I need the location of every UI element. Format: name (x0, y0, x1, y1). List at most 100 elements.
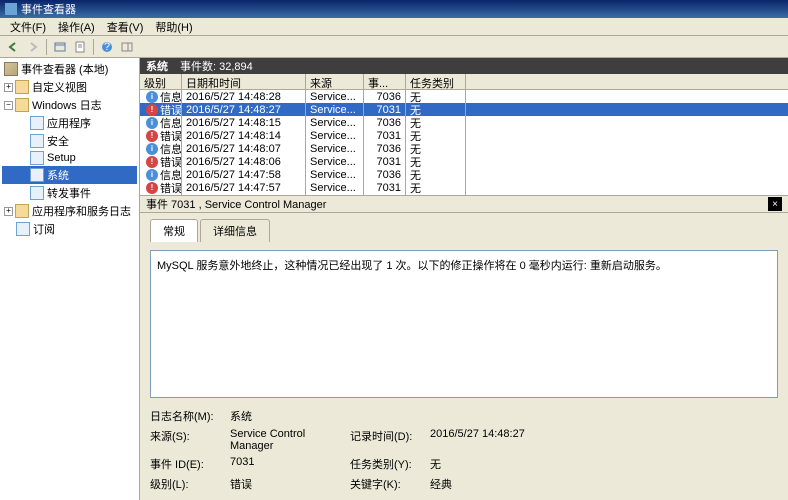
cell-event-id: 7031 (364, 155, 406, 169)
window-title: 事件查看器 (21, 1, 76, 17)
label-eventid: 事件 ID(E): (150, 456, 230, 472)
cell-datetime: 2016/5/27 14:48:06 (182, 155, 306, 169)
toolbar: ? (0, 36, 788, 58)
cell-datetime: 2016/5/27 14:47:57 (182, 181, 306, 195)
cell-source: Service... (306, 90, 364, 104)
menu-file[interactable]: 文件(F) (4, 18, 52, 36)
tree-app-service-logs[interactable]: + 应用程序和服务日志 (2, 202, 137, 220)
action-pane-button[interactable] (118, 38, 136, 56)
tree-subscriptions[interactable]: 订阅 (2, 220, 137, 238)
menu-view[interactable]: 查看(V) (101, 18, 150, 36)
event-grid[interactable]: 信息2016/5/27 14:48:28Service...7036无错误201… (140, 90, 788, 195)
subscription-icon (16, 222, 30, 236)
svg-text:?: ? (104, 41, 110, 53)
col-level[interactable]: 级别 (140, 74, 182, 89)
tree-label: Setup (47, 152, 76, 164)
value-logname: 系统 (230, 408, 350, 424)
folder-icon (15, 98, 29, 112)
expand-icon[interactable]: + (4, 83, 13, 92)
cell-source: Service... (306, 181, 364, 195)
tree-windows-logs[interactable]: − Windows 日志 (2, 96, 137, 114)
tree-log-forwarded[interactable]: 转发事件 (2, 184, 137, 202)
value-keywords: 经典 (430, 476, 550, 492)
tab-details[interactable]: 详细信息 (200, 219, 270, 242)
log-icon (30, 168, 44, 182)
tree-label: Windows 日志 (32, 97, 102, 113)
cell-source: Service... (306, 103, 364, 117)
app-icon (5, 3, 17, 15)
tree-root-label: 事件查看器 (本地) (21, 61, 108, 77)
label-logged: 记录时间(D): (350, 428, 430, 452)
log-icon (30, 134, 44, 148)
label-taskcat: 任务类别(Y): (350, 456, 430, 472)
detail-body: MySQL 服务意外地终止，这种情况已经出现了 1 次。以下的修正操作将在 0 … (140, 242, 788, 500)
cell-source: Service... (306, 129, 364, 143)
cell-event-id: 7031 (364, 103, 406, 117)
expand-icon[interactable]: + (4, 207, 13, 216)
tree-label: 系统 (47, 167, 69, 183)
log-icon (30, 186, 44, 200)
menu-help[interactable]: 帮助(H) (149, 18, 198, 36)
back-button[interactable] (4, 38, 22, 56)
detail-title: 事件 7031 , Service Control Manager (146, 196, 326, 212)
tree-label: 安全 (47, 133, 69, 149)
toolbar-separator (46, 39, 47, 55)
show-hide-tree-button[interactable] (51, 38, 69, 56)
tab-general[interactable]: 常规 (150, 219, 198, 242)
cell-event-id: 7036 (364, 168, 406, 182)
label-logname: 日志名称(M): (150, 408, 230, 424)
label-source: 来源(S): (150, 428, 230, 452)
titlebar: 事件查看器 (0, 0, 788, 18)
tree-log-application[interactable]: 应用程序 (2, 114, 137, 132)
content-header: 系统 事件数: 32,894 (140, 58, 788, 74)
value-level: 错误 (230, 476, 350, 492)
event-viewer-icon (4, 62, 18, 76)
close-detail-button[interactable]: × (768, 197, 782, 211)
cell-event-id: 7036 (364, 90, 406, 104)
cell-datetime: 2016/5/27 14:48:27 (182, 103, 306, 117)
event-properties: 日志名称(M): 系统 来源(S): Service Control Manag… (150, 408, 778, 492)
col-source[interactable]: 来源 (306, 74, 364, 89)
tree-label: 订阅 (33, 221, 55, 237)
tree-label: 应用程序 (47, 115, 91, 131)
cell-source: Service... (306, 155, 364, 169)
label-keywords: 关键字(K): (350, 476, 430, 492)
log-icon (30, 116, 44, 130)
help-button[interactable]: ? (98, 38, 116, 56)
cell-datetime: 2016/5/27 14:48:07 (182, 142, 306, 156)
tree-log-system[interactable]: 系统 (2, 166, 137, 184)
tree-custom-views[interactable]: +自定义视图 (2, 78, 137, 96)
log-icon (30, 151, 44, 165)
collapse-icon[interactable]: − (4, 101, 13, 110)
folder-icon (15, 204, 29, 218)
properties-button[interactable] (71, 38, 89, 56)
menu-action[interactable]: 操作(A) (52, 18, 101, 36)
cell-source: Service... (306, 168, 364, 182)
cell-source: Service... (306, 116, 364, 130)
cell-event-id: 7036 (364, 116, 406, 130)
nav-tree[interactable]: 事件查看器 (本地) +自定义视图 − Windows 日志 应用程序 安全 Se… (0, 58, 140, 500)
toolbar-separator (93, 39, 94, 55)
tree-log-security[interactable]: 安全 (2, 132, 137, 150)
cell-datetime: 2016/5/27 14:48:28 (182, 90, 306, 104)
label-level: 级别(L): (150, 476, 230, 492)
col-task[interactable]: 任务类别 (406, 74, 466, 89)
cell-datetime: 2016/5/27 14:48:15 (182, 116, 306, 130)
cell-datetime: 2016/5/27 14:47:58 (182, 168, 306, 182)
tree-label: 应用程序和服务日志 (32, 203, 131, 219)
tree-log-setup[interactable]: Setup (2, 150, 137, 166)
folder-icon (15, 80, 29, 94)
tree-root[interactable]: 事件查看器 (本地) (2, 60, 137, 78)
col-event-id[interactable]: 事... (364, 74, 406, 89)
detail-tabs: 常规 详细信息 (140, 213, 788, 242)
value-taskcat: 无 (430, 456, 550, 472)
content-title: 系统 (146, 58, 168, 74)
forward-button[interactable] (24, 38, 42, 56)
event-message[interactable]: MySQL 服务意外地终止，这种情况已经出现了 1 次。以下的修正操作将在 0 … (150, 250, 778, 398)
cell-event-id: 7031 (364, 129, 406, 143)
col-datetime[interactable]: 日期和时间 (182, 74, 306, 89)
value-source: Service Control Manager (230, 428, 350, 452)
menubar: 文件(F) 操作(A) 查看(V) 帮助(H) (0, 18, 788, 36)
tree-label: 转发事件 (47, 185, 91, 201)
detail-header: 事件 7031 , Service Control Manager × (140, 195, 788, 213)
